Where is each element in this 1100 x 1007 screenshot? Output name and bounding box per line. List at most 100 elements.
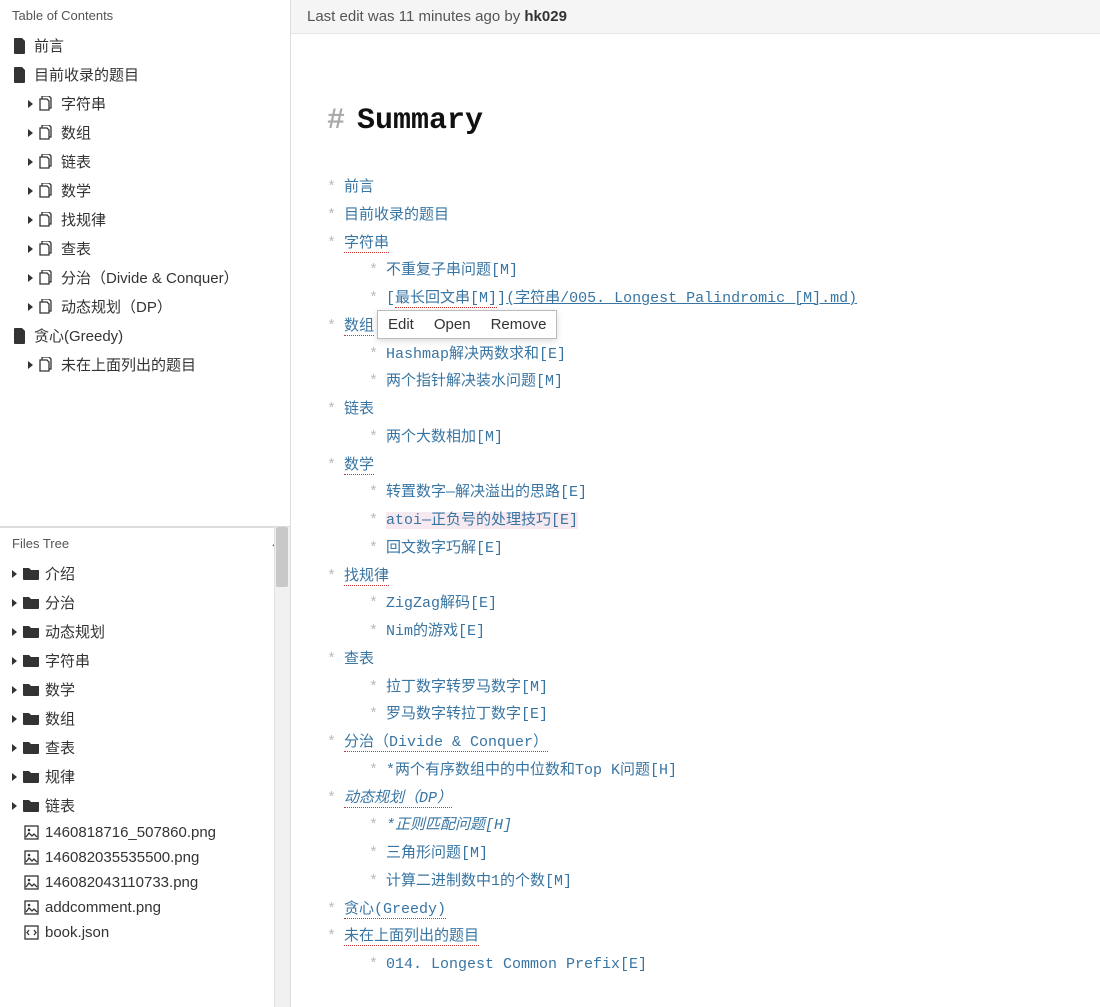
md-list-item[interactable]: * 两个大数相加[M]: [327, 424, 1064, 452]
sidebar: Table of Contents 前言目前收录的题目字符串数组链表数学找规律查…: [0, 0, 291, 1007]
md-link[interactable]: 两个大数相加[M]: [386, 429, 503, 446]
bullet-icon: *: [327, 928, 336, 945]
md-link[interactable]: 三角形问题[M]: [386, 845, 488, 862]
toc-item[interactable]: 字符串: [6, 89, 284, 118]
md-link-error[interactable]: 找规律: [344, 568, 389, 586]
editor[interactable]: #Summary *前言*目前收录的题目*字符串*不重复子串问题[M]*[最长回…: [291, 34, 1100, 1007]
toc-item[interactable]: 目前收录的题目: [6, 60, 284, 89]
md-list-item[interactable]: *贪心(Greedy): [327, 896, 1064, 924]
toc-item[interactable]: 动态规划（DP）: [6, 292, 284, 321]
toc-item[interactable]: 数学: [6, 176, 284, 205]
md-link-error[interactable]: 字符串: [344, 235, 389, 253]
toc-item[interactable]: 数组: [6, 118, 284, 147]
md-link-error[interactable]: 数学: [344, 457, 374, 475]
files-item[interactable]: 规律: [6, 762, 284, 791]
toc-item[interactable]: 贪心(Greedy): [6, 321, 284, 350]
md-list-item[interactable]: *查表: [327, 646, 1064, 674]
toc-item[interactable]: 分治（Divide & Conquer）: [6, 263, 284, 292]
files-item[interactable]: 数学: [6, 675, 284, 704]
md-link[interactable]: 不重复子串问题[M]: [386, 262, 518, 279]
toc-item[interactable]: 查表: [6, 234, 284, 263]
scrollbar-thumb[interactable]: [276, 527, 288, 587]
md-link-error[interactable]: 未在上面列出的题目: [344, 928, 479, 946]
md-list-item[interactable]: * 未在上面列出的题目: [327, 923, 1064, 951]
files-item[interactable]: 数组: [6, 704, 284, 733]
md-list-item[interactable]: *数学: [327, 452, 1064, 480]
md-list-item[interactable]: *目前收录的题目: [327, 202, 1064, 230]
md-link[interactable]: 转置数字—解决溢出的思路[E]: [386, 484, 587, 501]
files-item[interactable]: 介绍: [6, 559, 284, 588]
md-list-item[interactable]: **正则匹配问题[H]: [327, 812, 1064, 840]
md-url[interactable]: (字符串/005. Longest Palindromic [M].md): [506, 290, 857, 307]
files-item[interactable]: book.json: [6, 920, 284, 945]
md-link[interactable]: atoi—正负号的处理技巧[E]: [386, 512, 578, 529]
toc-item-label: 字符串: [61, 93, 106, 114]
md-list-item[interactable]: *回文数字巧解[E]: [327, 535, 1064, 563]
md-link-error[interactable]: 贪心(Greedy): [344, 901, 446, 919]
files-item[interactable]: 1460818716_507860.png: [6, 820, 284, 845]
md-list-item[interactable]: *罗马数字转拉丁数字[E]: [327, 701, 1064, 729]
md-link[interactable]: 两个指针解决装水问题[M]: [386, 373, 563, 390]
ctx-open[interactable]: Open: [424, 311, 481, 338]
md-raw-link[interactable]: [最长回文串[M]]: [386, 290, 506, 308]
md-list-item[interactable]: *atoi—正负号的处理技巧[E]: [327, 507, 1064, 535]
md-list-item[interactable]: *两个指针解决装水问题[M]: [327, 368, 1064, 396]
files-item[interactable]: addcomment.png: [6, 895, 284, 920]
md-link-error[interactable]: 动态规划（DP）: [344, 790, 452, 808]
files-item[interactable]: 查表: [6, 733, 284, 762]
files-item[interactable]: 146082043110733.png: [6, 870, 284, 895]
md-list-item[interactable]: *ZigZag解码[E]: [327, 590, 1064, 618]
caret-icon: [28, 100, 33, 108]
folder-icon: [23, 653, 39, 669]
md-list-item[interactable]: *前言: [327, 174, 1064, 202]
md-list-item[interactable]: *Hashmap解决两数求和[E]: [327, 341, 1064, 369]
toc-item[interactable]: 前言: [6, 31, 284, 60]
md-list-item[interactable]: *动态规划（DP）: [327, 785, 1064, 813]
files-item[interactable]: 146082035535500.png: [6, 845, 284, 870]
md-list-item[interactable]: *三角形问题[M]: [327, 840, 1064, 868]
files-item[interactable]: 字符串: [6, 646, 284, 675]
md-link-error[interactable]: 分治（Divide & Conquer）: [344, 734, 548, 752]
md-list-item[interactable]: **两个有序数组中的中位数和Top K问题[H]: [327, 757, 1064, 785]
md-em[interactable]: *正则匹配问题[H]: [386, 817, 512, 834]
md-link[interactable]: 目前收录的题目: [344, 207, 449, 224]
md-link[interactable]: 回文数字巧解[E]: [386, 540, 503, 557]
files-item[interactable]: 动态规划: [6, 617, 284, 646]
toc-item[interactable]: 链表: [6, 147, 284, 176]
bullet-icon: *: [327, 568, 336, 585]
md-list-item[interactable]: *Nim的游戏[E]: [327, 618, 1064, 646]
files-item[interactable]: 分治: [6, 588, 284, 617]
md-list-item[interactable]: *拉丁数字转罗马数字[M]: [327, 674, 1064, 702]
md-link[interactable]: 拉丁数字转罗马数字[M]: [386, 679, 548, 696]
md-link[interactable]: 罗马数字转拉丁数字[E]: [386, 706, 548, 723]
ctx-remove[interactable]: Remove: [481, 311, 557, 338]
toc-item[interactable]: 找规律: [6, 205, 284, 234]
caret-icon: [28, 216, 33, 224]
md-link[interactable]: ZigZag解码[E]: [386, 595, 497, 612]
md-list-item[interactable]: *分治（Divide & Conquer）: [327, 729, 1064, 757]
bullet-icon: *: [369, 429, 378, 446]
md-link[interactable]: Hashmap解决两数求和[E]: [386, 346, 566, 363]
md-list-item[interactable]: *转置数字—解决溢出的思路[E]: [327, 479, 1064, 507]
ctx-edit[interactable]: Edit: [378, 311, 424, 338]
md-list-item[interactable]: *014. Longest Common Prefix[E]: [327, 951, 1064, 979]
md-link[interactable]: 前言: [344, 179, 374, 196]
md-list-item[interactable]: *链表: [327, 396, 1064, 424]
md-list-item[interactable]: *字符串: [327, 230, 1064, 258]
md-link-error[interactable]: 数组: [344, 318, 374, 336]
scrollbar[interactable]: [274, 527, 290, 1007]
image-icon: [23, 875, 39, 891]
files-panel: Files Tree 介绍分治动态规划字符串数学数组查表规律链表14608187…: [0, 527, 290, 1007]
toc-item[interactable]: 未在上面列出的题目: [6, 350, 284, 379]
md-list-item[interactable]: * 找规律: [327, 563, 1064, 591]
md-link[interactable]: 计算二进制数中1的个数[M]: [386, 873, 572, 890]
md-link[interactable]: *两个有序数组中的中位数和Top K问题[H]: [386, 762, 677, 779]
md-link[interactable]: 014. Longest Common Prefix[E]: [386, 956, 647, 973]
md-link[interactable]: 查表: [344, 651, 374, 668]
md-link[interactable]: Nim的游戏[E]: [386, 623, 485, 640]
md-list-item[interactable]: *[最长回文串[M]](字符串/005. Longest Palindromic…: [327, 285, 1064, 313]
md-list-item[interactable]: *计算二进制数中1的个数[M]: [327, 868, 1064, 896]
files-item[interactable]: 链表: [6, 791, 284, 820]
md-list-item[interactable]: *不重复子串问题[M]: [327, 257, 1064, 285]
md-link[interactable]: 链表: [344, 401, 374, 418]
